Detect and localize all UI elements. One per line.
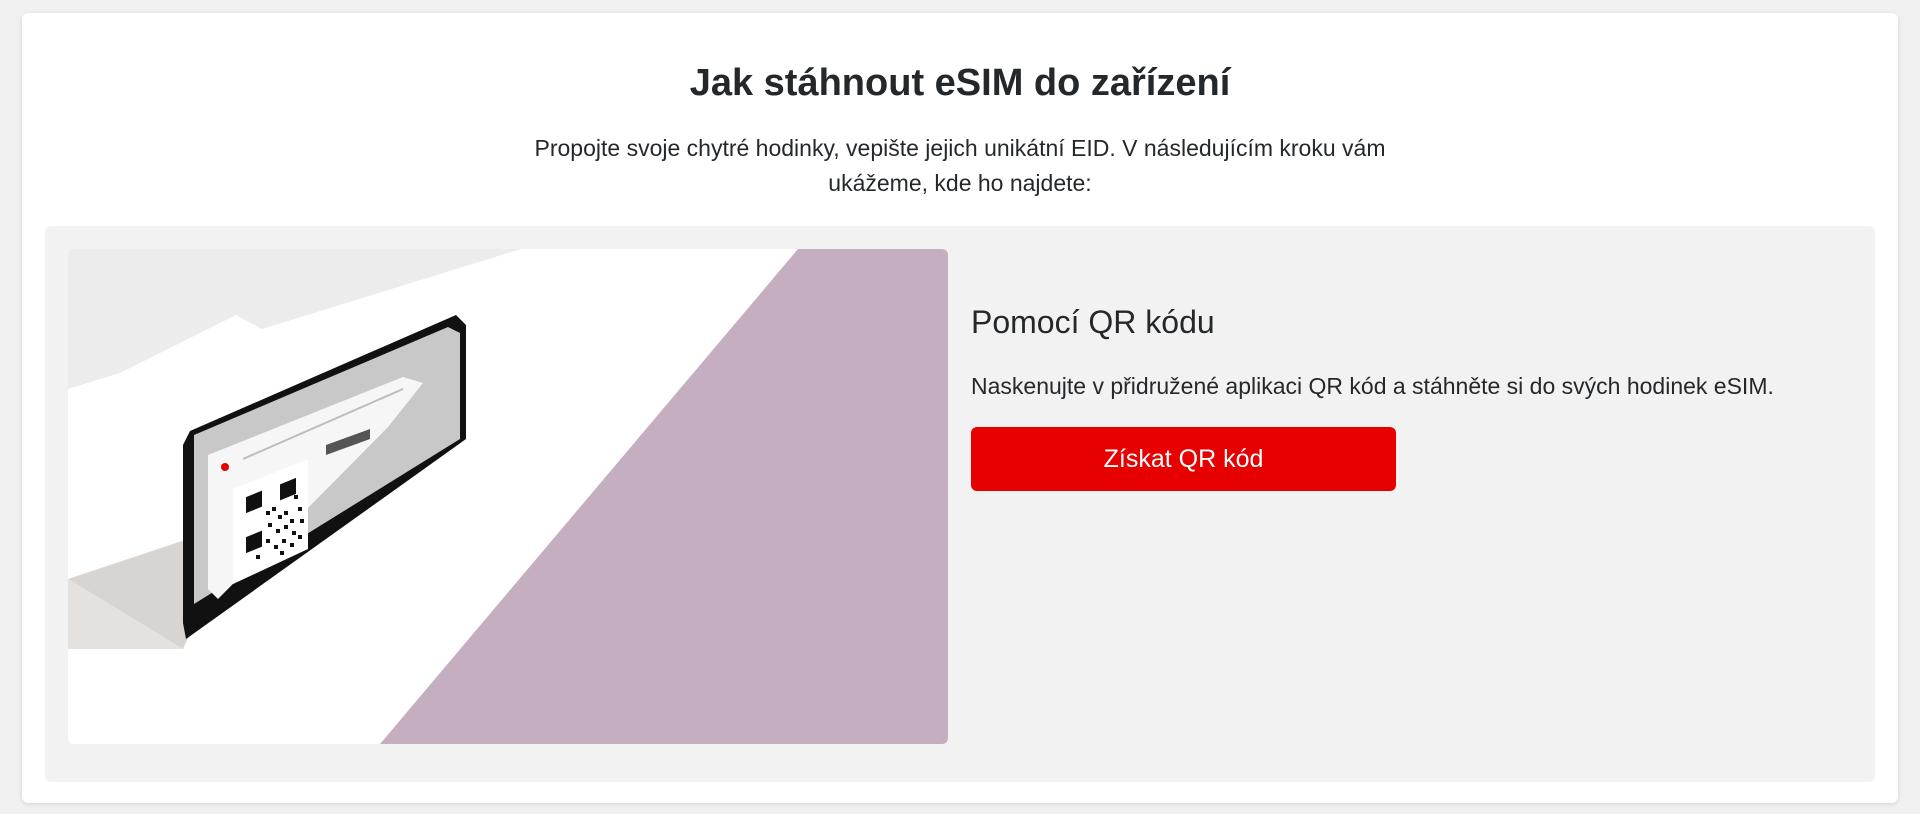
option-description: Naskenujte v přidružené aplikaci QR kód …: [971, 373, 1774, 399]
laptop-qr-code-illustration: [68, 249, 948, 744]
laptop-qr-icon: [68, 249, 948, 744]
option-title: Pomocí QR kódu: [971, 304, 1215, 340]
get-qr-code-button[interactable]: Získat QR kód: [971, 427, 1396, 491]
intro-text: Propojte svoje chytré hodinky, vepište j…: [534, 135, 1386, 196]
page-title: Jak stáhnout eSIM do zařízení: [689, 62, 1231, 104]
esim-download-card: Jak stáhnout eSIM do zařízení Propojte s…: [22, 13, 1898, 803]
qr-option-panel: Pomocí QR kódu Naskenujte v přidružené a…: [45, 226, 1875, 782]
